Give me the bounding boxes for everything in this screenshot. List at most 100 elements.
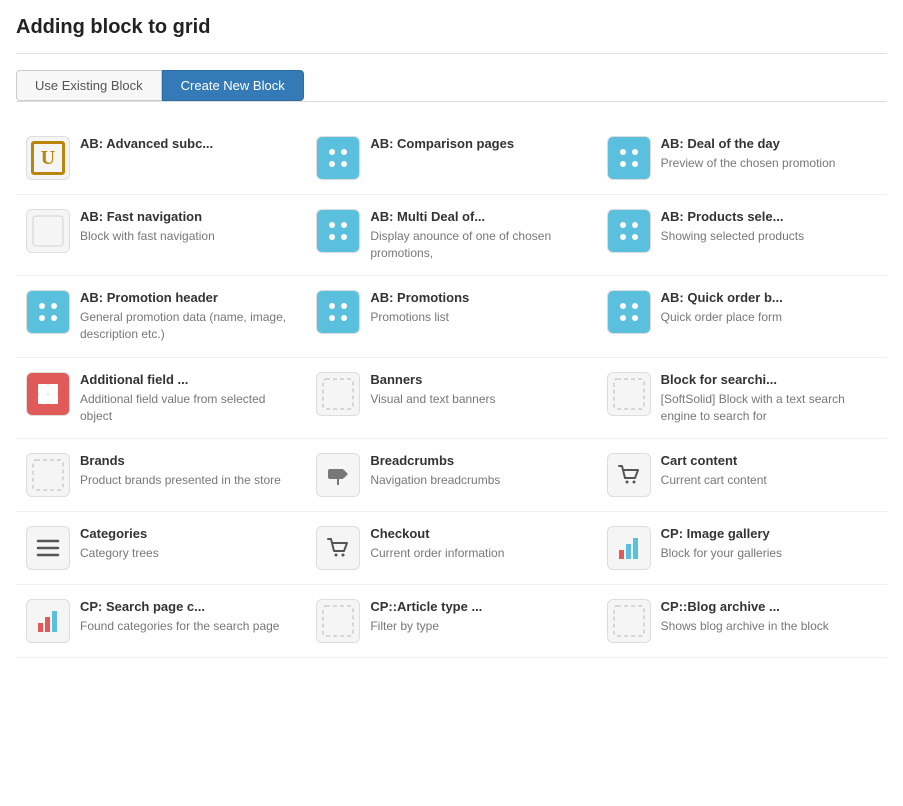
block-item-brands[interactable]: Brands Product brands presented in the st… bbox=[16, 439, 306, 512]
block-icon-cp-search-page bbox=[26, 599, 70, 643]
block-desc-banners: Visual and text banners bbox=[370, 391, 586, 408]
block-item-breadcrumbs[interactable]: BreadcrumbsNavigation breadcrumbs bbox=[306, 439, 596, 512]
block-name-ab-multi-deal: AB: Multi Deal of... bbox=[370, 209, 586, 226]
block-info-ab-multi-deal: AB: Multi Deal of... Display anounce of o… bbox=[370, 209, 586, 261]
block-item-cp-blog-archive[interactable]: CP::Blog archive ...Shows blog archive i… bbox=[597, 585, 887, 658]
block-icon-additional-field bbox=[26, 372, 70, 416]
block-name-cp-search-page: CP: Search page c... bbox=[80, 599, 296, 616]
block-info-ab-promotions: AB: PromotionsPromotions list bbox=[370, 290, 586, 326]
block-info-banners: Banners Visual and text banners bbox=[370, 372, 586, 408]
block-desc-ab-deal: Preview of the chosen promotion bbox=[661, 155, 877, 172]
block-item-ab-promotions[interactable]: AB: PromotionsPromotions list bbox=[306, 276, 596, 357]
block-name-ab-products: AB: Products sele... bbox=[661, 209, 877, 226]
block-desc-cp-blog-archive: Shows blog archive in the block bbox=[661, 618, 877, 635]
block-icon-cp-image-gallery bbox=[607, 526, 651, 570]
block-icon-categories bbox=[26, 526, 70, 570]
block-name-cp-blog-archive: CP::Blog archive ... bbox=[661, 599, 877, 616]
block-icon-cp-blog-archive bbox=[607, 599, 651, 643]
block-name-brands: Brands bbox=[80, 453, 296, 470]
block-item-cp-article-type[interactable]: CP::Article type ...Filter by type bbox=[306, 585, 596, 658]
block-info-cp-blog-archive: CP::Blog archive ...Shows blog archive i… bbox=[661, 599, 877, 635]
block-icon-breadcrumbs bbox=[316, 453, 360, 497]
block-info-categories: Categories Category trees bbox=[80, 526, 296, 562]
block-info-brands: Brands Product brands presented in the st… bbox=[80, 453, 296, 489]
block-item-ab-deal[interactable]: AB: Deal of the day Preview of the chosen… bbox=[597, 122, 887, 195]
block-info-ab-fast: AB: Fast navigationBlock with fast navig… bbox=[80, 209, 296, 245]
block-info-ab-quick-order: AB: Quick order b... Quick order place fo… bbox=[661, 290, 877, 326]
block-item-ab-promotion-header[interactable]: AB: Promotion header General promotion da… bbox=[16, 276, 306, 357]
block-name-banners: Banners bbox=[370, 372, 586, 389]
block-name-cart-content: Cart content bbox=[661, 453, 877, 470]
block-desc-ab-promotion-header: General promotion data (name, image, des… bbox=[80, 309, 296, 343]
block-desc-brands: Product brands presented in the store bbox=[80, 472, 296, 489]
block-icon-cart-content bbox=[607, 453, 651, 497]
block-item-block-search[interactable]: Block for searchi...[SoftSolid] Block wi… bbox=[597, 358, 887, 439]
block-name-cp-article-type: CP::Article type ... bbox=[370, 599, 586, 616]
tab-use-existing[interactable]: Use Existing Block bbox=[16, 70, 162, 101]
block-icon-ab-deal bbox=[607, 136, 651, 180]
block-item-banners[interactable]: Banners Visual and text banners bbox=[306, 358, 596, 439]
block-desc-breadcrumbs: Navigation breadcrumbs bbox=[370, 472, 586, 489]
block-icon-ab-comparison bbox=[316, 136, 360, 180]
block-name-ab-comparison: AB: Comparison pages bbox=[370, 136, 586, 153]
block-icon-ab-multi-deal bbox=[316, 209, 360, 253]
block-icon-ab-fast bbox=[26, 209, 70, 253]
block-desc-ab-quick-order: Quick order place form bbox=[661, 309, 877, 326]
page-container: Adding block to grid Use Existing Block … bbox=[0, 0, 903, 674]
block-icon-cp-article-type bbox=[316, 599, 360, 643]
block-desc-checkout: Current order information bbox=[370, 545, 586, 562]
block-icon-block-search bbox=[607, 372, 651, 416]
block-desc-categories: Category trees bbox=[80, 545, 296, 562]
block-name-ab-promotions: AB: Promotions bbox=[370, 290, 586, 307]
block-info-ab-promotion-header: AB: Promotion header General promotion da… bbox=[80, 290, 296, 342]
block-info-ab-comparison: AB: Comparison pages bbox=[370, 136, 586, 153]
tab-create-new[interactable]: Create New Block bbox=[162, 70, 304, 101]
block-item-ab-comparison[interactable]: AB: Comparison pages bbox=[306, 122, 596, 195]
block-name-categories: Categories bbox=[80, 526, 296, 543]
block-info-cp-image-gallery: CP: Image gallery Block for your gallerie… bbox=[661, 526, 877, 562]
block-info-cart-content: Cart contentCurrent cart content bbox=[661, 453, 877, 489]
block-info-checkout: Checkout Current order information bbox=[370, 526, 586, 562]
block-icon-ab-promotions bbox=[316, 290, 360, 334]
block-item-ab-advanced[interactable]: U AB: Advanced subc... bbox=[16, 122, 306, 195]
block-info-ab-products: AB: Products sele... Showing selected pro… bbox=[661, 209, 877, 245]
block-info-cp-search-page: CP: Search page c...Found categories for… bbox=[80, 599, 296, 635]
block-desc-ab-products: Showing selected products bbox=[661, 228, 877, 245]
block-item-cp-search-page[interactable]: CP: Search page c...Found categories for… bbox=[16, 585, 306, 658]
block-desc-cp-image-gallery: Block for your galleries bbox=[661, 545, 877, 562]
block-desc-cp-article-type: Filter by type bbox=[370, 618, 586, 635]
block-item-cp-image-gallery[interactable]: CP: Image gallery Block for your gallerie… bbox=[597, 512, 887, 585]
block-icon-banners bbox=[316, 372, 360, 416]
block-item-ab-multi-deal[interactable]: AB: Multi Deal of... Display anounce of o… bbox=[306, 195, 596, 276]
block-info-additional-field: Additional field ...Additional field val… bbox=[80, 372, 296, 424]
block-item-ab-products[interactable]: AB: Products sele... Showing selected pro… bbox=[597, 195, 887, 276]
block-icon-ab-products bbox=[607, 209, 651, 253]
block-item-categories[interactable]: Categories Category trees bbox=[16, 512, 306, 585]
block-info-ab-deal: AB: Deal of the day Preview of the chosen… bbox=[661, 136, 877, 172]
block-info-cp-article-type: CP::Article type ...Filter by type bbox=[370, 599, 586, 635]
block-name-ab-promotion-header: AB: Promotion header bbox=[80, 290, 296, 307]
block-item-additional-field[interactable]: Additional field ...Additional field val… bbox=[16, 358, 306, 439]
block-info-block-search: Block for searchi...[SoftSolid] Block wi… bbox=[661, 372, 877, 424]
block-desc-ab-multi-deal: Display anounce of one of chosen promoti… bbox=[370, 228, 586, 262]
blocks-grid: U AB: Advanced subc... AB: Comparison page… bbox=[16, 122, 887, 658]
block-icon-brands bbox=[26, 453, 70, 497]
block-icon-checkout bbox=[316, 526, 360, 570]
block-name-ab-quick-order: AB: Quick order b... bbox=[661, 290, 877, 307]
block-desc-additional-field: Additional field value from selected obj… bbox=[80, 391, 296, 425]
block-item-checkout[interactable]: Checkout Current order information bbox=[306, 512, 596, 585]
block-name-ab-fast: AB: Fast navigation bbox=[80, 209, 296, 226]
block-icon-ab-promotion-header bbox=[26, 290, 70, 334]
block-name-cp-image-gallery: CP: Image gallery bbox=[661, 526, 877, 543]
block-item-ab-fast[interactable]: AB: Fast navigationBlock with fast navig… bbox=[16, 195, 306, 276]
block-info-ab-advanced: AB: Advanced subc... bbox=[80, 136, 296, 153]
block-item-ab-quick-order[interactable]: AB: Quick order b... Quick order place fo… bbox=[597, 276, 887, 357]
block-item-cart-content[interactable]: Cart contentCurrent cart content bbox=[597, 439, 887, 512]
block-icon-ab-advanced: U bbox=[26, 136, 70, 180]
block-name-ab-advanced: AB: Advanced subc... bbox=[80, 136, 296, 153]
block-name-ab-deal: AB: Deal of the day bbox=[661, 136, 877, 153]
block-desc-block-search: [SoftSolid] Block with a text search eng… bbox=[661, 391, 877, 425]
block-name-checkout: Checkout bbox=[370, 526, 586, 543]
tab-bar: Use Existing Block Create New Block bbox=[16, 70, 887, 102]
block-icon-ab-quick-order bbox=[607, 290, 651, 334]
